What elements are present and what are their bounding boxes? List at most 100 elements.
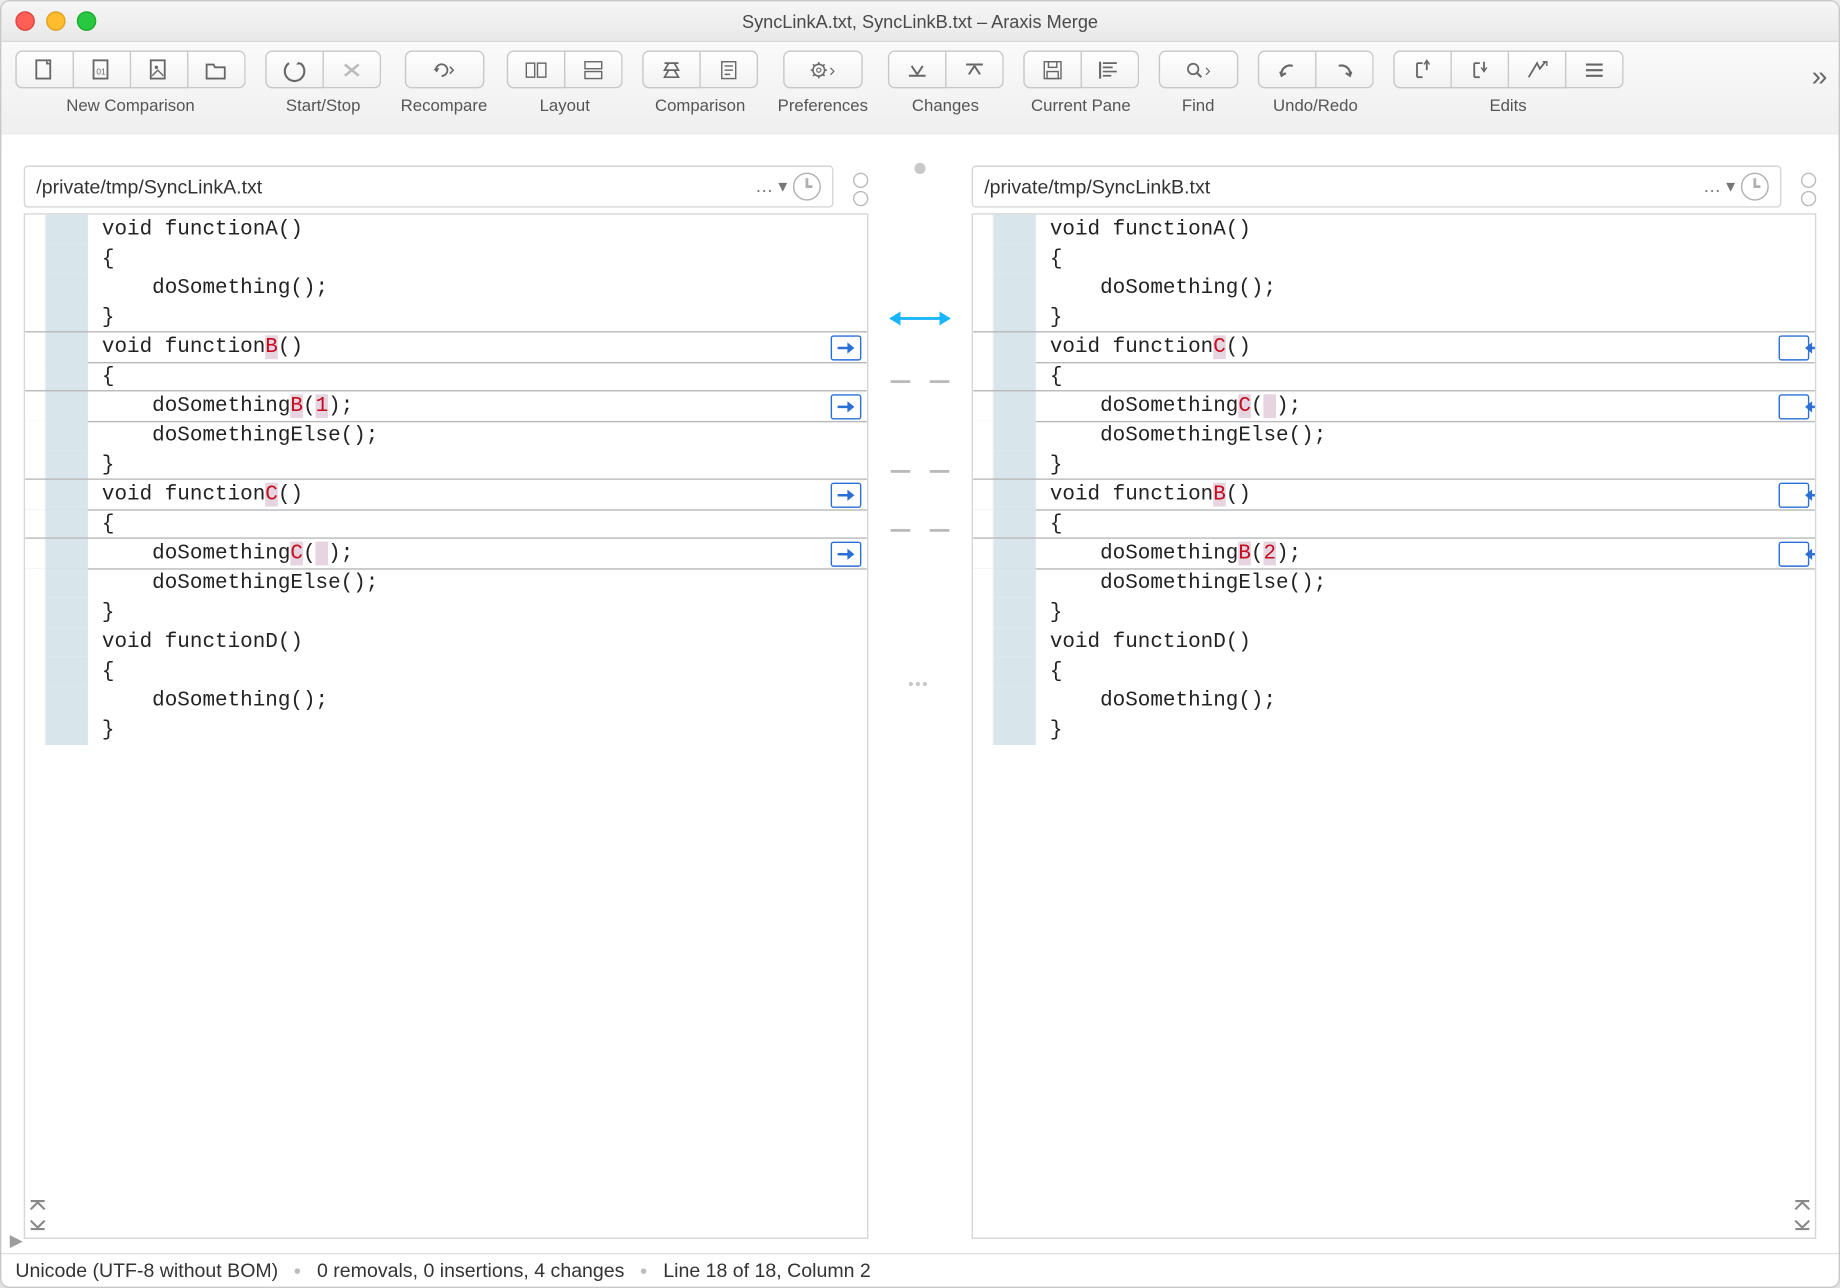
redo-button[interactable] bbox=[1316, 51, 1373, 89]
code-line[interactable]: doSomething(); bbox=[973, 686, 1815, 715]
toolbar-label: Recompare bbox=[401, 95, 488, 115]
merge-right-button[interactable] bbox=[831, 483, 862, 508]
code-line[interactable]: void functionB() bbox=[25, 333, 867, 362]
minimize-icon[interactable] bbox=[46, 11, 66, 31]
code-line[interactable]: doSomething(); bbox=[25, 686, 867, 715]
code-line[interactable]: void functionA() bbox=[973, 215, 1815, 244]
code-line[interactable]: doSomethingB(2); bbox=[973, 539, 1815, 568]
code-line[interactable]: } bbox=[973, 598, 1815, 627]
code-line[interactable]: doSomethingElse(); bbox=[973, 568, 1815, 597]
code-line[interactable]: doSomethingB(1); bbox=[25, 391, 867, 420]
stop-button[interactable] bbox=[324, 51, 381, 89]
layout-horizontal-button[interactable] bbox=[507, 51, 566, 89]
right-path-text: /private/tmp/SyncLinkB.txt bbox=[984, 175, 1694, 197]
status-cursor: Line 18 of 18, Column 2 bbox=[663, 1259, 871, 1281]
code-line[interactable]: doSomething(); bbox=[973, 274, 1815, 303]
recompare-button[interactable] bbox=[404, 51, 484, 89]
code-line[interactable]: { bbox=[973, 244, 1815, 273]
prev-change-button[interactable] bbox=[888, 51, 947, 89]
code-line[interactable]: { bbox=[25, 509, 867, 538]
edit-replace-button[interactable] bbox=[1509, 51, 1566, 89]
find-button[interactable] bbox=[1158, 51, 1238, 89]
toolbar-group-changes: Changes bbox=[888, 51, 1004, 116]
code-line[interactable]: } bbox=[25, 598, 867, 627]
merge-right-button[interactable] bbox=[831, 394, 862, 419]
undo-button[interactable] bbox=[1257, 51, 1316, 89]
code-line[interactable]: void functionC() bbox=[973, 333, 1815, 362]
history-icon[interactable] bbox=[793, 173, 821, 201]
layout-vertical-button[interactable] bbox=[565, 51, 622, 89]
toolbar-group-start-stop: Start/Stop bbox=[265, 51, 381, 116]
code-line[interactable]: doSomething(); bbox=[25, 274, 867, 303]
right-path-menu[interactable]: … ▾ bbox=[1703, 175, 1735, 197]
comparison-report-button[interactable] bbox=[701, 51, 758, 89]
edit-delete-button[interactable] bbox=[1452, 51, 1509, 89]
new-binary-compare-button[interactable]: 01 bbox=[74, 51, 131, 89]
merge-left-button[interactable] bbox=[1779, 542, 1810, 567]
code-line[interactable]: { bbox=[973, 362, 1815, 391]
next-change-button[interactable] bbox=[946, 51, 1003, 89]
code-line[interactable]: void functionA() bbox=[25, 215, 867, 244]
right-path-field[interactable]: /private/tmp/SyncLinkB.txt … ▾ bbox=[972, 166, 1782, 208]
new-folder-compare-button[interactable] bbox=[188, 51, 245, 89]
code-line[interactable]: } bbox=[25, 450, 867, 479]
edit-insert-button[interactable] bbox=[1393, 51, 1452, 89]
code-line[interactable]: doSomethingC( ); bbox=[973, 391, 1815, 420]
merge-left-button[interactable] bbox=[1779, 483, 1810, 508]
left-editor[interactable]: void functionA(){ doSomething();}void fu… bbox=[24, 213, 869, 1239]
code-line[interactable]: { bbox=[25, 657, 867, 686]
save-pane-button[interactable] bbox=[1023, 51, 1082, 89]
merge-left-button[interactable] bbox=[1779, 394, 1810, 419]
statusbar: Unicode (UTF-8 without BOM) 0 removals, … bbox=[1, 1253, 1838, 1287]
toolbar-group-preferences: Preferences bbox=[778, 51, 868, 116]
left-path-menu[interactable]: … ▾ bbox=[755, 175, 787, 197]
code-line[interactable]: { bbox=[973, 509, 1815, 538]
code-line[interactable]: } bbox=[25, 303, 867, 332]
new-text-compare-button[interactable] bbox=[15, 51, 74, 89]
content-area: /private/tmp/SyncLinkA.txt … ▾ void func… bbox=[1, 135, 1838, 1253]
code-line[interactable]: } bbox=[973, 303, 1815, 332]
scroll-handles[interactable] bbox=[28, 1198, 48, 1232]
code-line[interactable]: void functionD() bbox=[25, 627, 867, 656]
code-line[interactable]: } bbox=[973, 450, 1815, 479]
code-line[interactable]: doSomethingC( ); bbox=[25, 539, 867, 568]
maximize-icon[interactable] bbox=[77, 11, 97, 31]
toolbar-label: Preferences bbox=[778, 95, 868, 115]
link-arrow-icon[interactable] bbox=[891, 317, 950, 320]
expand-icon[interactable]: ▶ bbox=[10, 1230, 23, 1250]
start-button[interactable] bbox=[265, 51, 324, 89]
left-path-field[interactable]: /private/tmp/SyncLinkA.txt … ▾ bbox=[24, 166, 834, 208]
code-line[interactable]: { bbox=[973, 657, 1815, 686]
toolbar-label: Current Pane bbox=[1031, 95, 1131, 115]
code-line[interactable]: { bbox=[25, 362, 867, 391]
code-line[interactable]: doSomethingElse(); bbox=[25, 421, 867, 450]
code-line[interactable]: void functionB() bbox=[973, 480, 1815, 509]
toolbar-label: Changes bbox=[912, 95, 979, 115]
status-counts: 0 removals, 0 insertions, 4 changes bbox=[317, 1259, 624, 1281]
code-line[interactable]: doSomethingElse(); bbox=[25, 568, 867, 597]
link-line-icon bbox=[891, 376, 950, 387]
edit-pane-button[interactable] bbox=[1082, 51, 1139, 89]
new-image-compare-button[interactable] bbox=[131, 51, 188, 89]
code-line[interactable]: } bbox=[25, 716, 867, 745]
merge-right-button[interactable] bbox=[831, 542, 862, 567]
code-line[interactable]: void functionD() bbox=[973, 627, 1815, 656]
comparison-summary-button[interactable] bbox=[642, 51, 701, 89]
right-pane: /private/tmp/SyncLinkB.txt … ▾ void func… bbox=[949, 135, 1838, 1253]
code-line[interactable]: void functionC() bbox=[25, 480, 867, 509]
close-icon[interactable] bbox=[15, 11, 35, 31]
history-icon[interactable] bbox=[1741, 173, 1769, 201]
toolbar-label: Edits bbox=[1489, 95, 1526, 115]
preferences-button[interactable] bbox=[783, 51, 863, 89]
toolbar-group-edits: Edits bbox=[1393, 51, 1623, 116]
scroll-handles[interactable] bbox=[1793, 1198, 1813, 1232]
edit-menu-button[interactable] bbox=[1566, 51, 1623, 89]
merge-left-button[interactable] bbox=[1779, 335, 1810, 360]
toolbar: 01 New Comparison Start/Stop Recompare bbox=[1, 42, 1838, 144]
merge-right-button[interactable] bbox=[831, 335, 862, 360]
toolbar-overflow-icon[interactable]: ›› bbox=[1812, 62, 1825, 94]
code-line[interactable]: doSomethingElse(); bbox=[973, 421, 1815, 450]
code-line[interactable]: } bbox=[973, 716, 1815, 745]
code-line[interactable]: { bbox=[25, 244, 867, 273]
right-editor[interactable]: void functionA(){ doSomething();}void fu… bbox=[972, 213, 1817, 1239]
